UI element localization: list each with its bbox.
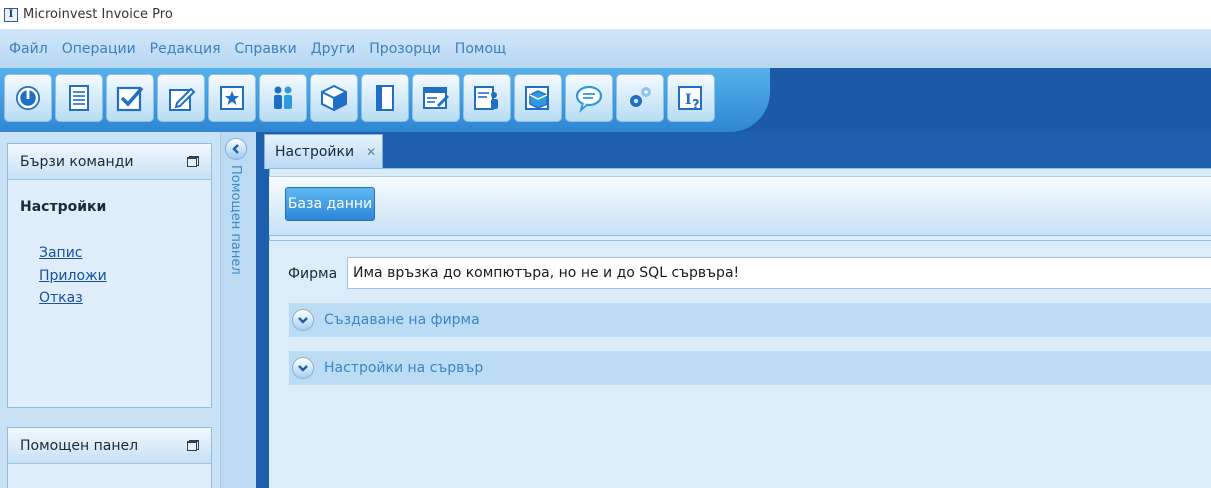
database-button[interactable]: База данни: [285, 187, 375, 221]
messages-button[interactable]: [565, 74, 613, 122]
quick-commands-section-title: Настройки: [20, 199, 107, 215]
book-button[interactable]: [361, 74, 409, 122]
menu-help[interactable]: Помощ: [448, 41, 513, 57]
tab-settings[interactable]: Настройки ✕: [264, 134, 383, 169]
settings-button[interactable]: [616, 74, 664, 122]
cancel-link[interactable]: Отказ: [39, 290, 83, 306]
menu-bar: Файл Операции Редакция Справки Други Про…: [0, 29, 1211, 68]
edit-icon: [169, 87, 196, 111]
toolbar-dark-band: [735, 68, 1211, 132]
help-panel-header: Помощен панел: [8, 428, 211, 464]
help-panel-title: Помощен панел: [20, 437, 139, 454]
chat-bubble-icon: [575, 85, 603, 113]
svg-text:?: ?: [692, 98, 700, 113]
menu-other[interactable]: Други: [304, 41, 363, 57]
apply-link[interactable]: Приложи: [39, 268, 107, 284]
app-logo-icon: I: [4, 7, 18, 22]
save-link[interactable]: Запис: [39, 245, 83, 261]
star-icon: [220, 86, 244, 110]
people-icon: [274, 86, 292, 109]
chevron-down-icon[interactable]: [292, 357, 314, 379]
server-settings-section[interactable]: Настройки на сървър: [289, 351, 1211, 385]
title-bar: I Microinvest Invoice Pro: [0, 0, 1211, 29]
settings-toolband: [269, 176, 1211, 236]
help-panel-vertical-label[interactable]: Помощен панел: [228, 165, 243, 275]
menu-windows[interactable]: Прозорци: [362, 41, 448, 57]
gears-icon: [630, 87, 651, 107]
menu-edit[interactable]: Редакция: [143, 41, 228, 57]
chevron-left-icon: [232, 144, 239, 154]
create-firm-section[interactable]: Създаване на фирма: [289, 303, 1211, 337]
svg-text:I: I: [685, 92, 692, 108]
firm-field[interactable]: [347, 257, 1211, 289]
book-icon: [376, 85, 394, 111]
quick-commands-header: Бързи команди: [8, 144, 211, 180]
toolbar: I?: [4, 74, 715, 122]
form-edit-button[interactable]: [412, 74, 460, 122]
documents-button[interactable]: [55, 74, 103, 122]
quick-commands-panel: Бързи команди Настройки Запис Приложи От…: [7, 143, 212, 408]
create-firm-section-label: Създаване на фирма: [324, 312, 480, 328]
restore-window-icon[interactable]: [187, 440, 199, 451]
document-icon: [69, 85, 89, 111]
goods-button[interactable]: [310, 74, 358, 122]
power-button[interactable]: [4, 74, 52, 122]
power-icon: [16, 86, 40, 110]
close-tab-icon[interactable]: ✕: [366, 145, 376, 159]
users-button[interactable]: [463, 74, 511, 122]
firm-label: Фирма: [288, 266, 338, 282]
tab-settings-label: Настройки: [275, 144, 355, 160]
window-title: Microinvest Invoice Pro: [23, 7, 173, 22]
help-card-icon: I?: [678, 86, 702, 113]
menu-reports[interactable]: Справки: [228, 41, 304, 57]
menu-operations[interactable]: Операции: [55, 41, 143, 57]
check-button[interactable]: [106, 74, 154, 122]
help-panel: Помощен панел: [7, 427, 212, 488]
form-edit-icon: [423, 87, 449, 109]
person-card-icon: [474, 86, 498, 110]
partners-button[interactable]: [259, 74, 307, 122]
collapse-panel-button[interactable]: [225, 138, 247, 160]
edit-button[interactable]: [157, 74, 205, 122]
menu-file[interactable]: Файл: [2, 41, 55, 57]
goods-card-button[interactable]: [514, 74, 562, 122]
server-settings-section-label: Настройки на сървър: [324, 360, 484, 376]
restore-window-icon[interactable]: [187, 156, 199, 167]
box-card-icon: [525, 86, 549, 110]
favorites-button[interactable]: [208, 74, 256, 122]
quick-commands-title: Бързи команди: [20, 153, 134, 170]
checkbox-icon: [116, 86, 144, 112]
chevron-down-icon[interactable]: [292, 309, 314, 331]
help-button[interactable]: I?: [667, 74, 715, 122]
box-icon: [321, 84, 347, 112]
